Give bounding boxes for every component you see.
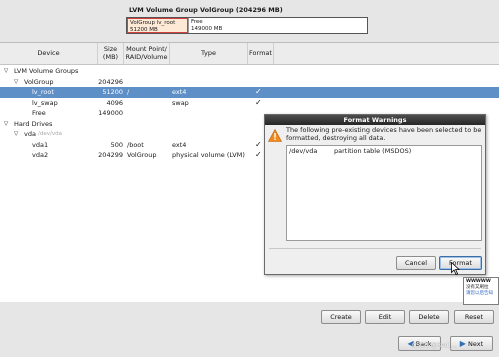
type-cell: ext4 [172,140,187,149]
column-header-device[interactable]: Device [0,43,98,64]
format-check-icon: ✓ [255,87,262,96]
size-cell: 204299 [98,151,123,159]
size-cell: 500 [110,140,123,149]
device-label: LVM Volume Groups [14,67,79,75]
vg-segment-size: 51200 MB [130,26,158,33]
expander-icon[interactable]: ▽ [14,77,18,88]
dialog-title: Format Warnings [265,115,485,125]
format-warnings-dialog: Format Warnings The following pre-existi… [264,114,486,275]
device-label: Hard Drives [14,119,53,128]
cancel-button[interactable]: Cancel [396,256,436,270]
vg-segment-size: 149000 MB [191,25,223,32]
dialog-separator [269,248,481,249]
next-arrow-icon: ▶ [459,339,466,348]
column-header-format[interactable]: Format [248,43,274,64]
tooltip-link[interactable]: 请您以后告知 [466,291,496,297]
delete-button[interactable]: Delete [409,310,449,324]
reset-button[interactable]: Reset [454,310,494,324]
column-header-mount[interactable]: Mount Point/ RAID/Volume [124,43,170,64]
size-cell: 4096 [106,98,123,107]
expander-icon[interactable]: ▽ [4,119,8,130]
table-row[interactable]: ▽ LVM Volume Groups [0,66,499,77]
type-cell: physical volume (LVM) [172,151,245,159]
list-item[interactable]: /dev/vda partition table (MSDOS) [287,146,481,157]
device-label: vda [24,130,36,138]
column-header-size[interactable]: Size (MB) [98,43,124,64]
dialog-message: The following pre-existing devices have … [286,126,482,142]
table-header: Device Size (MB) Mount Point/ RAID/Volum… [0,43,499,65]
size-cell: 204296 [98,77,123,86]
edit-button[interactable]: Edit [365,310,405,324]
size-cell: 149000 [98,109,123,117]
format-button[interactable]: Format [439,256,482,270]
device-description: partition table (MSDOS) [334,147,412,155]
warning-icon [268,129,282,142]
mount-cell: / [127,88,130,96]
device-list[interactable]: /dev/vda partition table (MSDOS) [286,145,482,241]
vg-segment-free[interactable]: Free 149000 MB [188,18,367,33]
create-button[interactable]: Create [321,310,361,324]
format-check-icon: ✓ [255,139,262,149]
device-label: VolGroup [24,77,54,86]
volume-group-title: LVM Volume Group VolGroup (204296 MB) [129,6,283,14]
type-cell: ext4 [172,88,187,96]
watermark: CSDN @Red_... [412,342,458,349]
mount-cell: /boot [127,140,144,149]
vg-segment-lv-root[interactable]: VolGroup lv_root 51200 MB [127,18,188,33]
type-cell: swap [172,98,189,107]
device-path: /dev/vda [289,147,318,155]
device-path-label: /dev/vda [38,131,62,137]
expander-icon[interactable]: ▽ [14,129,18,140]
device-label: lv_swap [32,98,58,107]
device-label: Free [32,109,46,117]
tooltip-popup: WWWWW 没有又刷拉 请您以后告知 [463,277,499,305]
device-label: lv_root [32,88,54,96]
table-row[interactable]: ▽ VolGroup 204296 [0,77,499,88]
device-label: vda2 [32,151,49,159]
volume-group-bar: VolGroup lv_root 51200 MB Free 149000 MB [126,17,368,34]
table-row-selected[interactable]: lv_root 51200 / ext4 ✓ [0,87,499,98]
column-header-type[interactable]: Type [170,43,248,64]
format-check-icon: ✓ [255,150,262,159]
size-cell: 51200 [102,88,123,96]
device-label: vda1 [32,140,49,149]
format-check-icon: ✓ [255,97,262,107]
mouse-cursor-icon [451,262,460,275]
expander-icon[interactable]: ▽ [4,66,8,77]
mount-cell: VolGroup [127,151,157,159]
table-row[interactable]: lv_swap 4096 swap ✓ [0,98,499,109]
volume-group-summary: LVM Volume Group VolGroup (204296 MB) Vo… [126,6,368,36]
